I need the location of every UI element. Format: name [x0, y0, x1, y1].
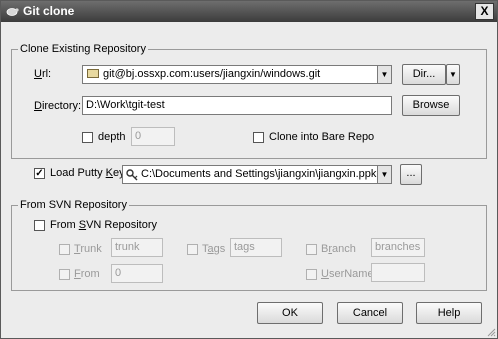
- title-bar: Git clone X: [1, 1, 497, 22]
- load-putty-key-checkbox[interactable]: ✓: [34, 168, 45, 179]
- from-svn-checkbox[interactable]: [34, 220, 45, 231]
- help-button[interactable]: Help: [416, 302, 482, 324]
- directory-label: Directory:: [34, 100, 82, 112]
- url-value: git@bj.ossxp.com:users/jiangxin/windows.…: [103, 68, 321, 80]
- trunk-input[interactable]: trunk: [111, 238, 163, 257]
- ok-button[interactable]: OK: [257, 302, 323, 324]
- from-checkbox[interactable]: [59, 269, 70, 280]
- cancel-button[interactable]: Cancel: [337, 302, 403, 324]
- dir-button-label: Dir...: [412, 68, 436, 80]
- load-putty-key-label: Load Putty Key: [50, 167, 125, 179]
- tags-label: Tags: [202, 243, 226, 255]
- dir-dropdown-button[interactable]: ▼: [446, 64, 460, 85]
- svn-group-title: From SVN Repository: [18, 199, 129, 211]
- key-icon: [126, 169, 138, 181]
- from-svn-label: From SVN Repository: [50, 219, 157, 231]
- branch-checkbox[interactable]: [306, 244, 317, 255]
- window-title: Git clone: [23, 4, 75, 18]
- username-input[interactable]: [371, 263, 425, 282]
- cancel-button-label: Cancel: [352, 307, 388, 319]
- close-button[interactable]: X: [475, 3, 494, 20]
- depth-checkbox[interactable]: [82, 132, 93, 143]
- putty-key-dropdown-arrow[interactable]: ▼: [377, 166, 391, 183]
- from-label: From: [74, 268, 100, 280]
- bare-repo-checkbox[interactable]: [253, 132, 264, 143]
- tags-input[interactable]: tags: [230, 238, 282, 257]
- trunk-checkbox[interactable]: [59, 244, 70, 255]
- url-combobox[interactable]: git@bj.ossxp.com:users/jiangxin/windows.…: [82, 65, 392, 84]
- depth-input[interactable]: 0: [131, 127, 175, 146]
- browse-button-label: Browse: [412, 99, 450, 111]
- url-dropdown-arrow[interactable]: ▼: [377, 66, 391, 83]
- putty-key-browse-label: ...: [406, 167, 416, 179]
- putty-key-value: C:\Documents and Settings\jiangxin\jiang…: [141, 168, 377, 180]
- username-label: UserName: [321, 268, 374, 280]
- dir-button[interactable]: Dir...: [402, 64, 446, 85]
- clone-group-title: Clone Existing Repository: [18, 43, 148, 55]
- folder-icon: [87, 69, 99, 78]
- username-checkbox[interactable]: [306, 269, 317, 280]
- url-label: Url:: [34, 68, 52, 80]
- trunk-label: Trunk: [74, 243, 102, 255]
- from-input[interactable]: 0: [111, 264, 163, 283]
- ok-button-label: OK: [282, 307, 298, 319]
- branch-input[interactable]: branches: [371, 238, 425, 257]
- depth-label: depth: [98, 131, 126, 143]
- tags-checkbox[interactable]: [187, 244, 198, 255]
- branch-label: Branch: [321, 243, 356, 255]
- git-clone-dialog: Git clone X Clone Existing Repository Ur…: [0, 0, 498, 339]
- bare-repo-label: Clone into Bare Repo: [269, 131, 375, 143]
- browse-button[interactable]: Browse: [402, 95, 460, 116]
- directory-input[interactable]: D:\Work\tgit-test: [82, 96, 392, 115]
- resize-grip-icon[interactable]: [486, 327, 496, 337]
- putty-key-combobox[interactable]: C:\Documents and Settings\jiangxin\jiang…: [122, 165, 392, 184]
- tortoise-icon: [6, 8, 19, 16]
- help-button-label: Help: [437, 307, 461, 319]
- putty-key-browse-button[interactable]: ...: [400, 164, 422, 185]
